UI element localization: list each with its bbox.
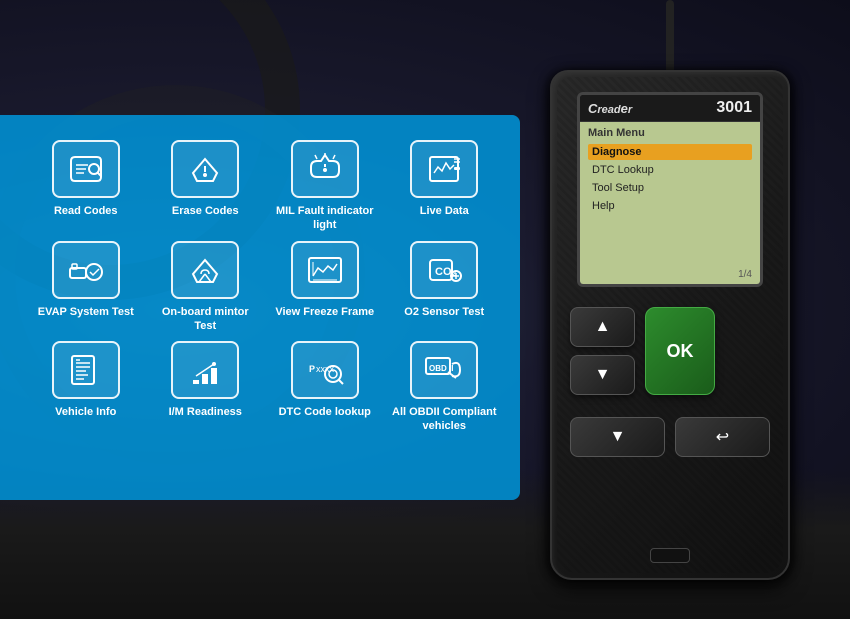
im-readiness-label: I/M Readiness	[169, 405, 242, 419]
mil-fault-label: MIL Fault indicator light	[269, 204, 381, 233]
device-cable	[666, 0, 674, 80]
dtc-lookup-label: DTC Code lookup	[279, 405, 371, 419]
evap-test-label: EVAP System Test	[38, 305, 134, 319]
ok-button[interactable]: OK	[645, 307, 715, 395]
feature-onboard-monitor[interactable]: On-board mintor Test	[150, 241, 262, 334]
menu-item-tool-setup[interactable]: Tool Setup	[588, 180, 752, 196]
erase-codes-label: Erase Codes	[172, 204, 239, 218]
evap-test-icon	[52, 241, 120, 299]
down-button[interactable]: ▼	[570, 355, 635, 395]
feature-evap-test[interactable]: EVAP System Test	[30, 241, 142, 334]
up-button[interactable]: ▲	[570, 307, 635, 347]
freeze-frame-icon	[291, 241, 359, 299]
svg-text:OBD II: OBD II	[429, 364, 453, 373]
live-data-icon	[410, 140, 478, 198]
im-readiness-icon	[171, 341, 239, 399]
device-model: 3001	[716, 99, 752, 117]
onboard-monitor-icon	[171, 241, 239, 299]
o2-sensor-icon: CO₂	[410, 241, 478, 299]
read-codes-icon	[52, 140, 120, 198]
features-grid: Read Codes Erase Codes MIL Fault indicat…	[20, 125, 510, 449]
read-codes-label: Read Codes	[54, 204, 118, 218]
svg-text:P: P	[309, 364, 315, 374]
obd-port	[650, 548, 690, 563]
feature-dtc-lookup[interactable]: P xxxx DTC Code lookup	[269, 341, 381, 434]
vehicle-info-icon	[52, 341, 120, 399]
feature-erase-codes[interactable]: Erase Codes	[150, 140, 262, 233]
feature-obdii-compliant[interactable]: OBD II All OBDII Compliant vehicles	[389, 341, 501, 434]
screen-lcd: Main Menu Diagnose DTC Lookup Tool Setup…	[580, 122, 760, 284]
menu-item-dtc-lookup[interactable]: DTC Lookup	[588, 162, 752, 178]
device-screen: Creader 3001 Main Menu Diagnose DTC Look…	[577, 92, 763, 287]
o2-sensor-label: O2 Sensor Test	[404, 305, 484, 319]
feature-vehicle-info[interactable]: Vehicle Info	[30, 341, 142, 434]
feature-o2-sensor[interactable]: CO₂ O2 Sensor Test	[389, 241, 501, 334]
obdii-compliant-icon: OBD II	[410, 341, 478, 399]
vehicle-info-label: Vehicle Info	[55, 405, 116, 419]
scroll-down-button[interactable]: ▼	[570, 417, 665, 457]
page-indicator: 1/4	[738, 269, 752, 280]
onboard-monitor-label: On-board mintor Test	[150, 305, 262, 334]
feature-live-data[interactable]: Live Data	[389, 140, 501, 233]
scanner-device: Creader 3001 Main Menu Diagnose DTC Look…	[550, 60, 790, 580]
obdii-compliant-label: All OBDII Compliant vehicles	[389, 405, 501, 434]
back-button[interactable]: ↩	[675, 417, 770, 457]
feature-im-readiness[interactable]: I/M Readiness	[150, 341, 262, 434]
feature-mil-fault[interactable]: MIL Fault indicator light	[269, 140, 381, 233]
feature-read-codes[interactable]: Read Codes	[30, 140, 142, 233]
device-body: Creader 3001 Main Menu Diagnose DTC Look…	[550, 70, 790, 580]
menu-item-help[interactable]: Help	[588, 198, 752, 214]
erase-codes-icon	[171, 140, 239, 198]
freeze-frame-label: View Freeze Frame	[275, 305, 374, 319]
dtc-lookup-icon: P xxxx	[291, 341, 359, 399]
feature-freeze-frame[interactable]: View Freeze Frame	[269, 241, 381, 334]
mil-fault-icon	[291, 140, 359, 198]
screen-header: Creader 3001	[580, 95, 760, 122]
menu-title: Main Menu	[588, 127, 752, 139]
live-data-label: Live Data	[420, 204, 469, 218]
menu-item-diagnose[interactable]: Diagnose	[588, 144, 752, 160]
device-brand: Creader	[588, 101, 632, 116]
